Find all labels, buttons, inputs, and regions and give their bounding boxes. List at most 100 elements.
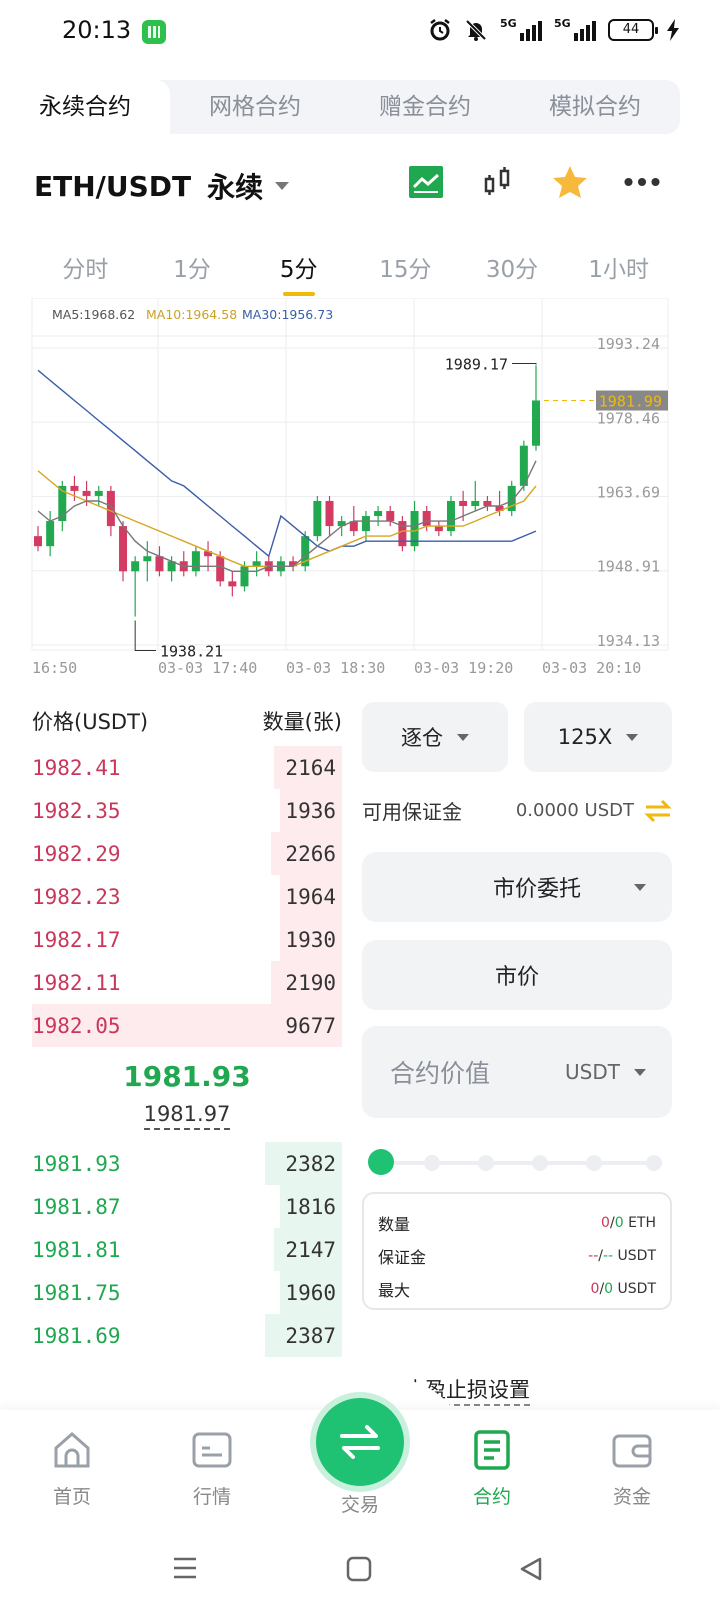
candle-body — [459, 500, 468, 506]
ask-qty: 9677 — [285, 1013, 336, 1038]
transfer-icon[interactable] — [644, 799, 672, 823]
ask-qty: 1930 — [285, 927, 336, 952]
chart-frame — [31, 298, 669, 651]
ask-row[interactable]: 1982.11 2190 — [32, 961, 342, 1004]
caret-down-icon — [634, 883, 646, 891]
tab-grid[interactable]: 网格合约 — [170, 80, 340, 134]
ma5-label: MA5:1968.62 — [52, 307, 135, 322]
nav-home[interactable]: 首页 — [0, 1410, 144, 1509]
home-icon — [54, 1432, 90, 1468]
candle-body — [361, 516, 370, 532]
menu-icon[interactable] — [172, 1556, 198, 1580]
bid-row[interactable]: 1981.81 2147 — [32, 1228, 342, 1271]
candle-body — [46, 521, 55, 547]
interval-1h[interactable]: 1小时 — [565, 250, 672, 296]
ask-row[interactable]: 1982.17 1930 — [32, 918, 342, 961]
bid-price: 1981.81 — [32, 1237, 121, 1262]
ask-row[interactable]: 1982.29 2266 — [32, 832, 342, 875]
charging-icon — [667, 19, 679, 41]
more-icon[interactable] — [624, 164, 660, 200]
wallet-icon — [612, 1434, 652, 1468]
margin-mode-select[interactable]: 逐仓 — [362, 702, 508, 772]
last-price[interactable]: 1981.93 — [32, 1060, 342, 1093]
x-tick-label: 03-03 20:10 — [542, 659, 641, 677]
chart-toggle-icon[interactable] — [408, 164, 444, 200]
ask-row[interactable]: 1982.05 9677 — [32, 1004, 342, 1047]
candle-body — [216, 556, 225, 582]
ask-price: 1982.41 — [32, 755, 121, 780]
interval-5m[interactable]: 5分 — [245, 250, 352, 296]
ask-qty: 1936 — [285, 798, 336, 823]
ask-qty: 1964 — [285, 884, 336, 909]
app-notification-icon — [142, 20, 166, 44]
candle-body — [240, 566, 249, 587]
interval-timeshare[interactable]: 分时 — [32, 250, 139, 296]
ask-price: 1982.29 — [32, 841, 121, 866]
mark-price[interactable]: 1981.97 — [32, 1102, 342, 1130]
bid-row[interactable]: 1981.87 1816 — [32, 1185, 342, 1228]
qty-header: 数量(张) — [262, 710, 342, 734]
candle-body — [94, 490, 103, 496]
available-margin-value: 0.0000 USDT — [515, 800, 634, 821]
kline-chart[interactable]: MA5:1968.62 MA10:1964.58 MA30:1956.73 19… — [0, 298, 720, 688]
available-margin-label: 可用保证金 — [362, 800, 462, 824]
ask-list: 1982.41 2164 1982.35 1936 1982.29 2266 1982.23… — [32, 746, 342, 1047]
tab-bonus[interactable]: 赠金合约 — [340, 80, 510, 134]
interval-30m[interactable]: 30分 — [459, 250, 566, 296]
bid-row[interactable]: 1981.69 2387 — [32, 1314, 342, 1357]
candle-body — [483, 500, 492, 506]
candle-body — [191, 551, 200, 572]
market-icon — [192, 1432, 232, 1468]
ask-row[interactable]: 1982.41 2164 — [32, 746, 342, 789]
ma30-label: MA30:1956.73 — [242, 307, 333, 322]
candle-body — [70, 485, 79, 491]
order-type-select[interactable]: 市价委托 — [362, 852, 672, 922]
pair-selector[interactable]: ETH/USDT 永续 — [34, 164, 290, 208]
interval-1m[interactable]: 1分 — [139, 250, 246, 296]
candle-body — [228, 581, 237, 587]
x-tick-label: 03-03 18:30 — [286, 659, 385, 677]
y-tick-label: 1934.13 — [597, 632, 660, 650]
nav-market[interactable]: 行情 — [140, 1410, 284, 1509]
slider-knob[interactable] — [368, 1149, 394, 1175]
star-icon[interactable] — [552, 164, 588, 200]
bid-price: 1981.75 — [32, 1280, 121, 1305]
ask-price: 1982.17 — [32, 927, 121, 952]
home-square-icon[interactable] — [346, 1556, 372, 1582]
candle-body — [143, 556, 152, 562]
leverage-select[interactable]: 125X — [524, 702, 672, 772]
high-pointer — [512, 362, 537, 365]
trade-button[interactable] — [316, 1398, 404, 1486]
mute-bell-icon — [465, 19, 487, 41]
bid-qty: 1960 — [285, 1280, 336, 1305]
price-field[interactable]: 市价 — [362, 940, 672, 1010]
nav-assets[interactable]: 资金 — [560, 1410, 704, 1509]
amount-unit-select[interactable]: USDT — [565, 1060, 646, 1084]
system-nav — [0, 1534, 720, 1612]
status-time: 20:13 — [62, 16, 132, 44]
candle-body — [386, 511, 395, 522]
candlestick-icon[interactable] — [480, 164, 516, 200]
back-icon[interactable] — [518, 1556, 544, 1582]
bid-qty: 2382 — [285, 1151, 336, 1176]
bid-row[interactable]: 1981.75 1960 — [32, 1271, 342, 1314]
tab-perpetual[interactable]: 永续合约 — [0, 80, 170, 134]
candle-body — [252, 561, 261, 567]
ask-row[interactable]: 1982.23 1964 — [32, 875, 342, 918]
current-price-value: 1981.99 — [599, 393, 662, 411]
interval-15m[interactable]: 15分 — [352, 250, 459, 296]
swap-arrows-icon — [340, 1425, 380, 1459]
candle-body — [422, 511, 431, 527]
amount-slider[interactable] — [368, 1148, 668, 1178]
contract-type-tabs: 永续合约 网格合约 赠金合约 模拟合约 — [0, 80, 680, 134]
status-bar: 20:13 5G 5G 44 — [0, 0, 720, 66]
trade-label: 交易 — [340, 1494, 379, 1516]
caret-down-icon — [275, 182, 290, 190]
ask-row[interactable]: 1982.35 1936 — [32, 789, 342, 832]
tab-demo[interactable]: 模拟合约 — [510, 80, 680, 134]
amount-input[interactable]: 合约价值 USDT — [362, 1026, 672, 1118]
nav-contract[interactable]: 合约 — [420, 1410, 564, 1509]
bid-row[interactable]: 1981.93 2382 — [32, 1142, 342, 1185]
candle-body — [131, 561, 140, 572]
candle-body — [374, 511, 383, 517]
